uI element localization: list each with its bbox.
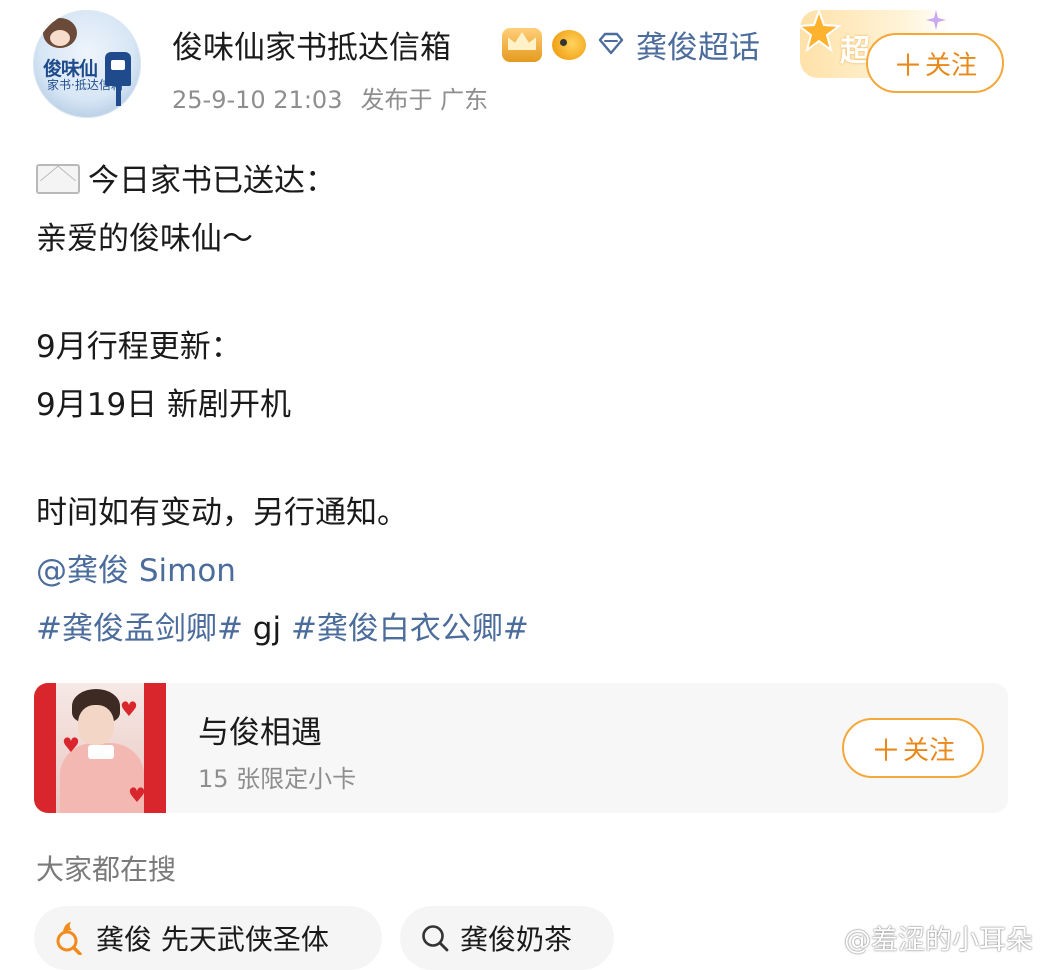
follow-label: 关注 [924,50,977,81]
trending-search-title: 大家都在搜 [36,853,177,886]
diamond-icon [598,32,624,55]
search-chip[interactable]: 龚俊 先天武侠圣体 [34,906,382,970]
sparkle-icon [926,10,946,30]
account-avatar[interactable]: 俊味仙 家书·抵达信箱 [33,10,141,118]
card-subtitle: 15 张限定小卡 [198,765,357,793]
post-line: 时间如有变动，另行通知。 [36,495,408,531]
post-location: 发布于 广东 [360,86,489,114]
mention-link[interactable]: @龚俊 Simon [36,553,236,589]
card-follow-button[interactable]: ＋ 关注 [842,718,984,778]
card-thumbnail-collar [88,745,114,759]
avatar-text-title: 俊味仙 [43,58,98,80]
heart-icon: ♥ [62,733,80,757]
card-title: 与俊相遇 [198,715,322,751]
plus-icon: ＋ [892,49,923,84]
post-line: 亲爱的俊味仙～ [36,221,253,257]
hashtag-link[interactable]: #龚俊白衣公卿# [291,611,529,647]
avatar-character [43,18,77,48]
plus-icon: ＋ [870,734,901,769]
hashtag-link[interactable]: #龚俊孟剑卿# [36,611,243,647]
post-line: 9月行程更新： [36,329,242,365]
card-thumbnail-face [78,705,114,745]
card-thumbnail-band [34,683,56,813]
search-icon [422,925,449,952]
post-inline-text: gj [242,611,291,647]
watermark: @羞涩的小耳朵 [806,918,1033,957]
mailbox-icon [105,52,131,86]
supertopic-link[interactable]: 龚俊超话 [636,22,760,67]
follow-button[interactable]: ＋ 关注 [866,33,1004,93]
collection-card[interactable]: ♥ ♥ ♥ 与俊相遇 15 张限定小卡 ＋ 关注 [34,683,1008,813]
card-follow-label: 关注 [902,735,955,766]
star-icon [796,8,842,53]
post-timestamp: 25-9-10 21:03 [172,86,343,114]
card-thumbnail-band [144,683,166,813]
search-chip-label: 龚俊奶茶 [460,923,573,956]
watermark-text: @羞涩的小耳朵 [844,925,1033,956]
post-line: 9月19日 新剧开机 [36,387,292,423]
heart-icon: ♥ [120,697,138,721]
mailbox-post [116,86,121,106]
post-line: @龚俊 Simon [36,542,1016,600]
weibo-logo-icon [806,927,839,953]
post-line: #龚俊孟剑卿# gj #龚俊白衣公卿# [36,600,1016,658]
crown-badge-icon[interactable] [502,28,542,62]
heart-icon: ♥ [128,783,146,807]
post-line-text: 今日家书已送达： [88,163,336,199]
hot-search-icon [56,922,82,955]
envelope-icon [36,164,80,194]
post-content: 今日家书已送达： 亲爱的俊味仙～ 9月行程更新： 9月19日 新剧开机 时间如有… [36,152,1016,658]
card-thumbnail: ♥ ♥ ♥ [34,683,166,813]
account-name[interactable]: 俊味仙家书抵达信箱 [172,22,451,67]
pufferfish-badge-icon[interactable] [552,30,586,60]
post-meta: 25-9-10 21:03 发布于 广东 [172,80,488,115]
post-line: 今日家书已送达： [36,152,1016,210]
search-chip[interactable]: 龚俊奶茶 [400,906,614,970]
search-chip-label: 龚俊 先天武侠圣体 [96,923,329,956]
